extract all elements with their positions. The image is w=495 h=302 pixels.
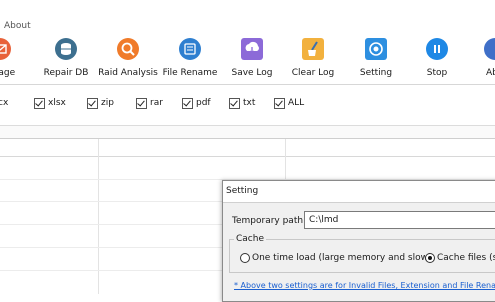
settings-note-link[interactable]: * Above two settings are for Invalid Fil…: [234, 281, 495, 290]
grid-header: [0, 139, 495, 157]
repair-db-button[interactable]: Repair DB: [44, 34, 88, 84]
checkbox-box: [136, 98, 147, 109]
file-rename-button[interactable]: File Rename: [163, 34, 217, 84]
stop-button[interactable]: Stop: [420, 34, 454, 84]
path-row: [0, 126, 495, 139]
menu-bar: About: [0, 0, 495, 34]
save-log-button[interactable]: Save Log: [231, 34, 273, 84]
rename-icon: [179, 38, 201, 60]
checkbox-box: [274, 98, 285, 109]
temporary-path-input[interactable]: C:\lmd: [304, 211, 495, 229]
raid-analysis-button[interactable]: Raid Analysis: [98, 34, 158, 84]
setting-dialog: Setting Temporary path: C:\lmd Cache One…: [222, 180, 495, 302]
radio-circle: [425, 253, 435, 263]
envelope-icon: [0, 38, 11, 60]
menu-about[interactable]: About: [4, 21, 31, 31]
checkbox-box: [182, 98, 193, 109]
about-button[interactable]: Ab: [484, 34, 495, 84]
checkbox-box: [229, 98, 240, 109]
setting-button[interactable]: Setting: [358, 34, 394, 84]
extension-filter-bar: cx xlsx zip rar pdf txt ALL: [0, 85, 495, 126]
gear-icon: [365, 38, 387, 60]
broom-icon: [302, 38, 324, 60]
dialog-title-bar[interactable]: Setting: [223, 181, 495, 203]
radio-circle: [240, 253, 250, 263]
about-icon: [484, 38, 495, 60]
checkbox-box: [87, 98, 98, 109]
database-icon: [55, 38, 77, 60]
toolbar: Image Repair DB Raid Analysis File Renam…: [0, 34, 495, 85]
temporary-path-label: Temporary path:: [232, 216, 307, 226]
dialog-title: Setting: [226, 186, 259, 196]
save-log-icon: [241, 38, 263, 60]
cache-group-label: Cache: [234, 234, 266, 244]
pause-icon: [426, 38, 448, 60]
checkbox-box: [34, 98, 45, 109]
image-button[interactable]: Image: [0, 34, 15, 84]
clear-log-button[interactable]: Clear Log: [292, 34, 334, 84]
magnifier-icon: [117, 38, 139, 60]
